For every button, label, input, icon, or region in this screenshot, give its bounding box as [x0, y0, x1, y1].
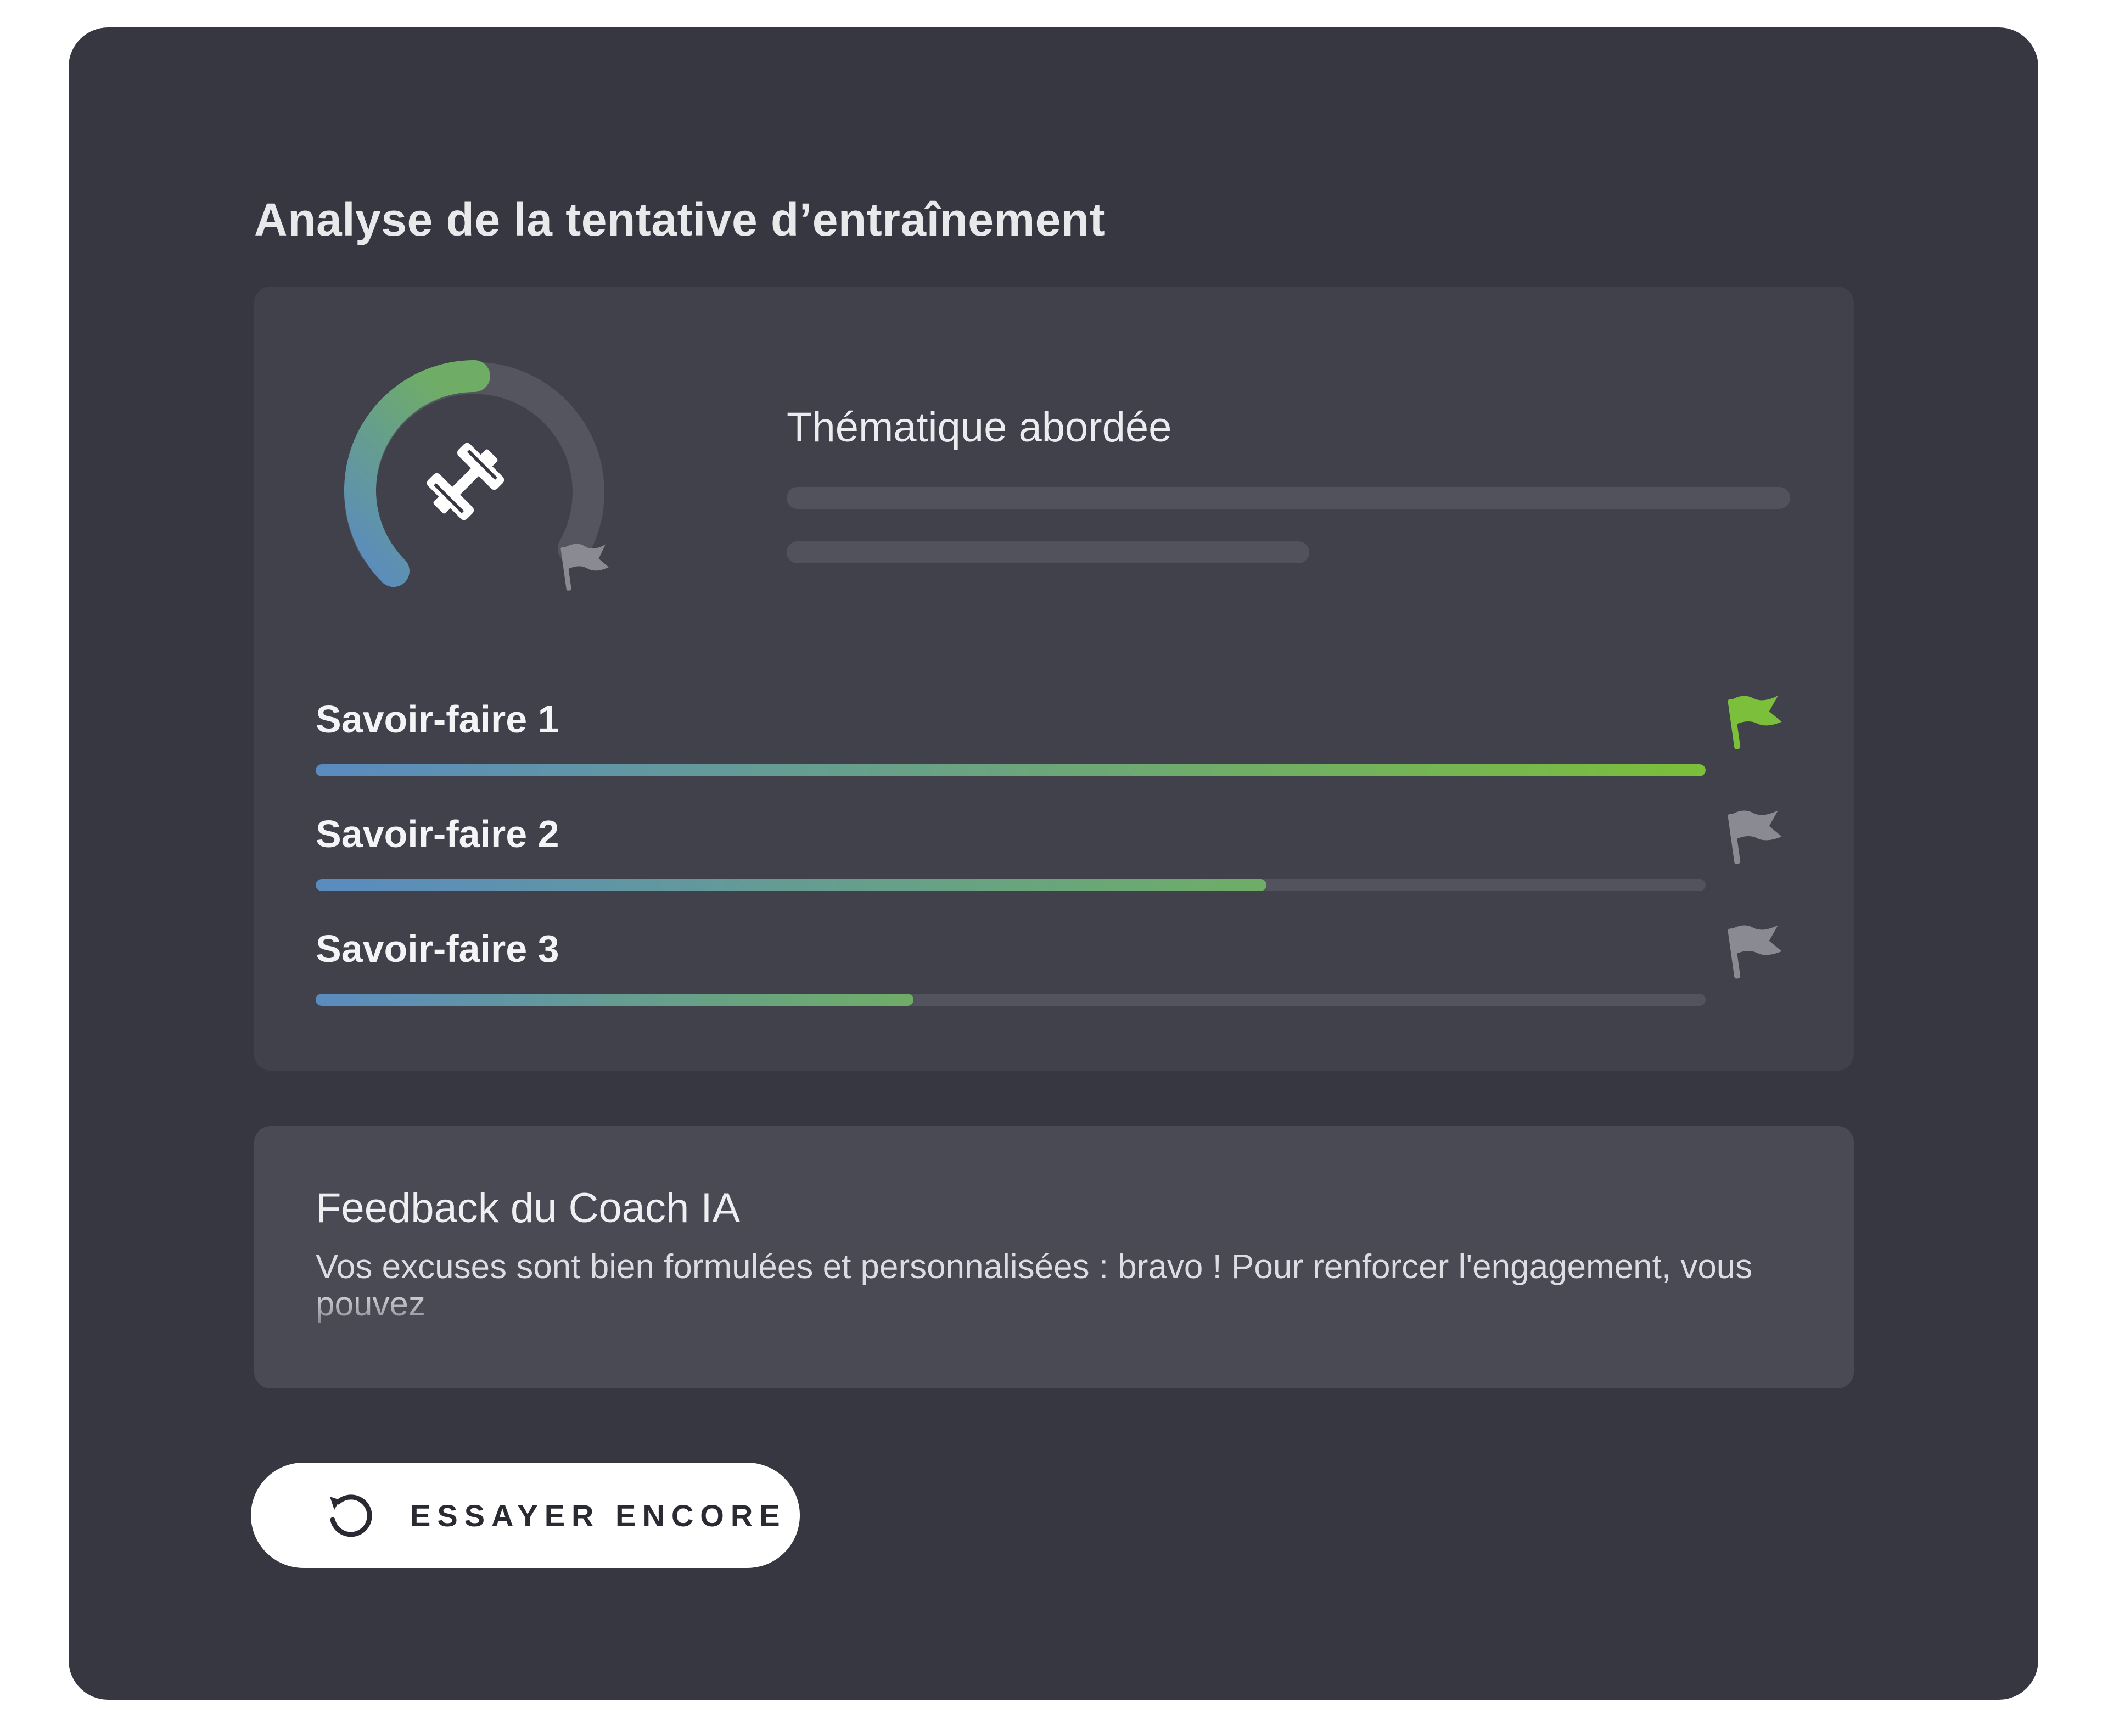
- placeholder-line: [787, 541, 1309, 563]
- gauge-arc: [344, 360, 490, 587]
- retry-label: ESSAYER ENCORE: [410, 1498, 787, 1533]
- skill-progress-fill: [316, 879, 1266, 891]
- skill-progress-track: [316, 879, 1706, 891]
- skill-progress-track: [316, 764, 1706, 776]
- skill-progress-fill: [316, 994, 913, 1006]
- flag-icon: [1728, 925, 1782, 979]
- placeholder-line: [787, 487, 1790, 509]
- analysis-card: Analyse de la tentative d’entraînement T…: [69, 27, 2038, 1700]
- skill-label: Savoir-faire 2: [316, 813, 559, 855]
- progress-gauge: [344, 360, 609, 591]
- flag-icon: [1728, 810, 1782, 864]
- feedback-panel: Feedback du Coach IA Vos excuses sont bi…: [254, 1126, 1854, 1388]
- theme-title: Thématique abordée: [787, 404, 1172, 451]
- skill-label: Savoir-faire 1: [316, 698, 559, 741]
- skill-label: Savoir-faire 3: [316, 927, 559, 970]
- dumbbell-icon: [427, 443, 504, 520]
- page-title: Analyse de la tentative d’entraînement: [254, 194, 1106, 245]
- skill-progress-fill: [316, 764, 1706, 776]
- skill-progress-track: [316, 994, 1706, 1006]
- refresh-icon: [330, 1494, 372, 1537]
- retry-button[interactable]: ESSAYER ENCORE: [251, 1463, 800, 1568]
- gauge-flag-icon: [560, 544, 609, 591]
- flag-icon: [1728, 696, 1782, 749]
- feedback-title: Feedback du Coach IA: [316, 1185, 741, 1231]
- analysis-panel: Thématique abordée Savoir-faire 1 Savoir…: [254, 287, 1854, 1071]
- feedback-text: Vos excuses sont bien formulées et perso…: [316, 1248, 1753, 1323]
